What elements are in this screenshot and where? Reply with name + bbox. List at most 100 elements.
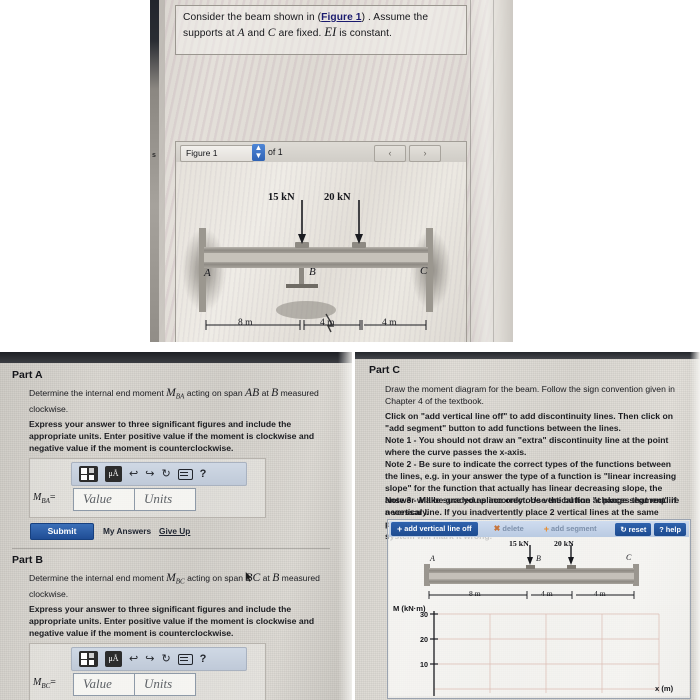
figure-next-button[interactable]: ›	[409, 145, 441, 162]
figure-spinner-icon[interactable]: ▲ ▼	[252, 144, 265, 161]
question-icon: ?	[659, 524, 664, 534]
part-b-value-input[interactable]: Value	[73, 673, 135, 696]
part-b-instruction: Express your answer to three significant…	[29, 604, 315, 638]
add-vertical-line-button[interactable]: + add vertical line off	[391, 522, 478, 536]
figure-image-area: 15 kN 20 kN A B C 8 m 4 m 4 m	[175, 162, 467, 342]
part-b-answer-equals: =	[50, 677, 56, 688]
part-a-units-input[interactable]: Units	[134, 488, 196, 511]
part-c-beam-svg	[424, 545, 639, 599]
moment-diagram-chart[interactable]: M (kN·m) 30 20 10 x (m)	[389, 604, 689, 696]
part-a-answer-sub: BA	[41, 497, 50, 505]
template-icon[interactable]	[79, 651, 98, 667]
part-c-prompt: Draw the moment diagram for the beam. Fo…	[385, 384, 675, 406]
help-icon: ?	[199, 653, 207, 665]
beam-diagram-svg	[182, 200, 451, 333]
part-a-value-input[interactable]: Value	[73, 488, 135, 511]
point-a-label: A	[204, 267, 211, 279]
part-a-submit-button[interactable]: Submit	[30, 523, 94, 540]
redo-icon[interactable]: ↪	[145, 468, 154, 480]
figure-1-link[interactable]: Figure 1	[321, 12, 361, 23]
point-c-label: C	[420, 265, 428, 277]
problem-statement-text: Consider the beam shown in (Figure 1) . …	[183, 11, 459, 41]
part-c-toolbar-right: ↻ reset ? help	[615, 522, 689, 536]
add-segment-label: add segment	[550, 524, 597, 533]
help-button[interactable]: ? help	[654, 522, 686, 536]
part-a-moment-symbol: M	[166, 386, 176, 399]
part-c-load-1-label: 15 kN	[509, 539, 529, 548]
part-c-note-intro: Click on "add vertical line off" to add …	[385, 411, 673, 433]
y-tick-10: 10	[420, 660, 428, 669]
template-icon[interactable]	[79, 466, 98, 482]
part-a-instruction: Express your answer to three significant…	[29, 419, 315, 453]
undo-icon[interactable]: ↩	[129, 468, 138, 480]
load-1-label: 15 kN	[268, 192, 295, 203]
reset-icon[interactable]: ↻	[161, 653, 170, 665]
help-label: help	[665, 524, 681, 534]
add-segment-button[interactable]: + add segment	[540, 522, 601, 536]
part-a-span: AB	[245, 386, 260, 399]
dim-2-label: 4 m	[320, 318, 335, 328]
part-b-answer-sub: BC	[41, 682, 51, 690]
part-c-point-a-label: A	[430, 554, 435, 563]
page-right-gutter	[465, 0, 513, 342]
part-c-beam-reference: 15 kN 20 kN A B C 8 m 4 m 4 m	[389, 537, 689, 605]
part-a-prompt-mid: acting on span	[184, 388, 246, 398]
screen-bezel-edge	[150, 0, 159, 342]
add-vertical-line-label: add vertical line off	[404, 524, 472, 533]
part-c-point-b-label: B	[536, 554, 541, 563]
right-edge-gutter	[690, 352, 700, 700]
part-c-point-c-label: C	[626, 553, 632, 562]
close-icon: ✖	[493, 524, 501, 533]
statement-fixed: are fixed.	[275, 28, 325, 39]
keyboard-icon[interactable]	[177, 653, 193, 665]
point-b-label: B	[309, 266, 316, 278]
dim-3-label: 4 m	[382, 318, 397, 328]
part-b-moment-symbol: M	[166, 571, 176, 584]
browser-dark-bar	[355, 352, 700, 359]
help-icon: ?	[199, 468, 207, 480]
part-a-prompt-at: at	[259, 388, 272, 398]
x-axis-label: x (m)	[655, 684, 674, 693]
part-b-prompt-pre: Determine the internal end moment	[29, 573, 167, 583]
part-a-value-placeholder: Value	[83, 491, 112, 506]
part-c-note-1: Note 1 - You should not draw an "extra" …	[385, 435, 669, 457]
figure-selector[interactable]: Figure 1	[180, 145, 254, 162]
reset-label: reset	[628, 524, 647, 534]
mouse-cursor-icon	[245, 570, 252, 582]
part-c-dim-3-label: 4 m	[594, 589, 606, 598]
variable-a: A	[237, 26, 245, 39]
section-divider	[12, 548, 330, 549]
browser-dark-bar	[0, 352, 352, 363]
part-b-math-toolbar[interactable]: μÅ ↩ ↪ ↻ ?	[71, 647, 247, 671]
y-tick-30: 30	[420, 610, 428, 619]
breadcrumb-faint	[150, 353, 152, 360]
figure-prev-button[interactable]: ‹	[374, 145, 406, 162]
part-a-math-toolbar[interactable]: μÅ ↩ ↪ ↻ ?	[71, 462, 247, 486]
undo-icon[interactable]: ↩	[129, 653, 138, 665]
keyboard-icon[interactable]	[177, 468, 193, 480]
load-2-label: 20 kN	[324, 192, 351, 203]
grid-lines	[434, 613, 660, 693]
part-c-heading: Part C	[369, 364, 400, 376]
units-icon[interactable]: μÅ	[105, 466, 122, 482]
figure-panel-header: Figure 1 ▲ ▼ of 1 ‹ ›	[175, 141, 467, 164]
moment-diagram-svg[interactable]	[389, 605, 689, 696]
reset-button[interactable]: ↻ reset	[615, 522, 652, 536]
part-a-my-answers-link[interactable]: My Answers	[103, 526, 151, 536]
part-a-prompt-pre: Determine the internal end moment	[29, 388, 167, 398]
part-c-dim-2-label: 4 m	[541, 589, 553, 598]
plus-icon: +	[543, 524, 549, 534]
part-a-units-placeholder: Units	[144, 491, 173, 506]
statement-and: and	[244, 28, 268, 39]
part-a-answer-equals: =	[49, 492, 56, 503]
units-icon[interactable]: μÅ	[105, 651, 122, 667]
part-b-units-input[interactable]: Units	[134, 673, 196, 696]
redo-icon[interactable]: ↪	[145, 653, 154, 665]
figure-count-label: of 1	[268, 147, 283, 157]
part-a-give-up-link[interactable]: Give Up	[159, 526, 190, 536]
delete-button[interactable]: ✖ delete	[490, 522, 528, 536]
page-rule-line-1	[470, 0, 471, 342]
part-a-heading: Part A	[12, 369, 43, 381]
right-gutter	[338, 352, 352, 700]
reset-icon[interactable]: ↻	[161, 468, 170, 480]
